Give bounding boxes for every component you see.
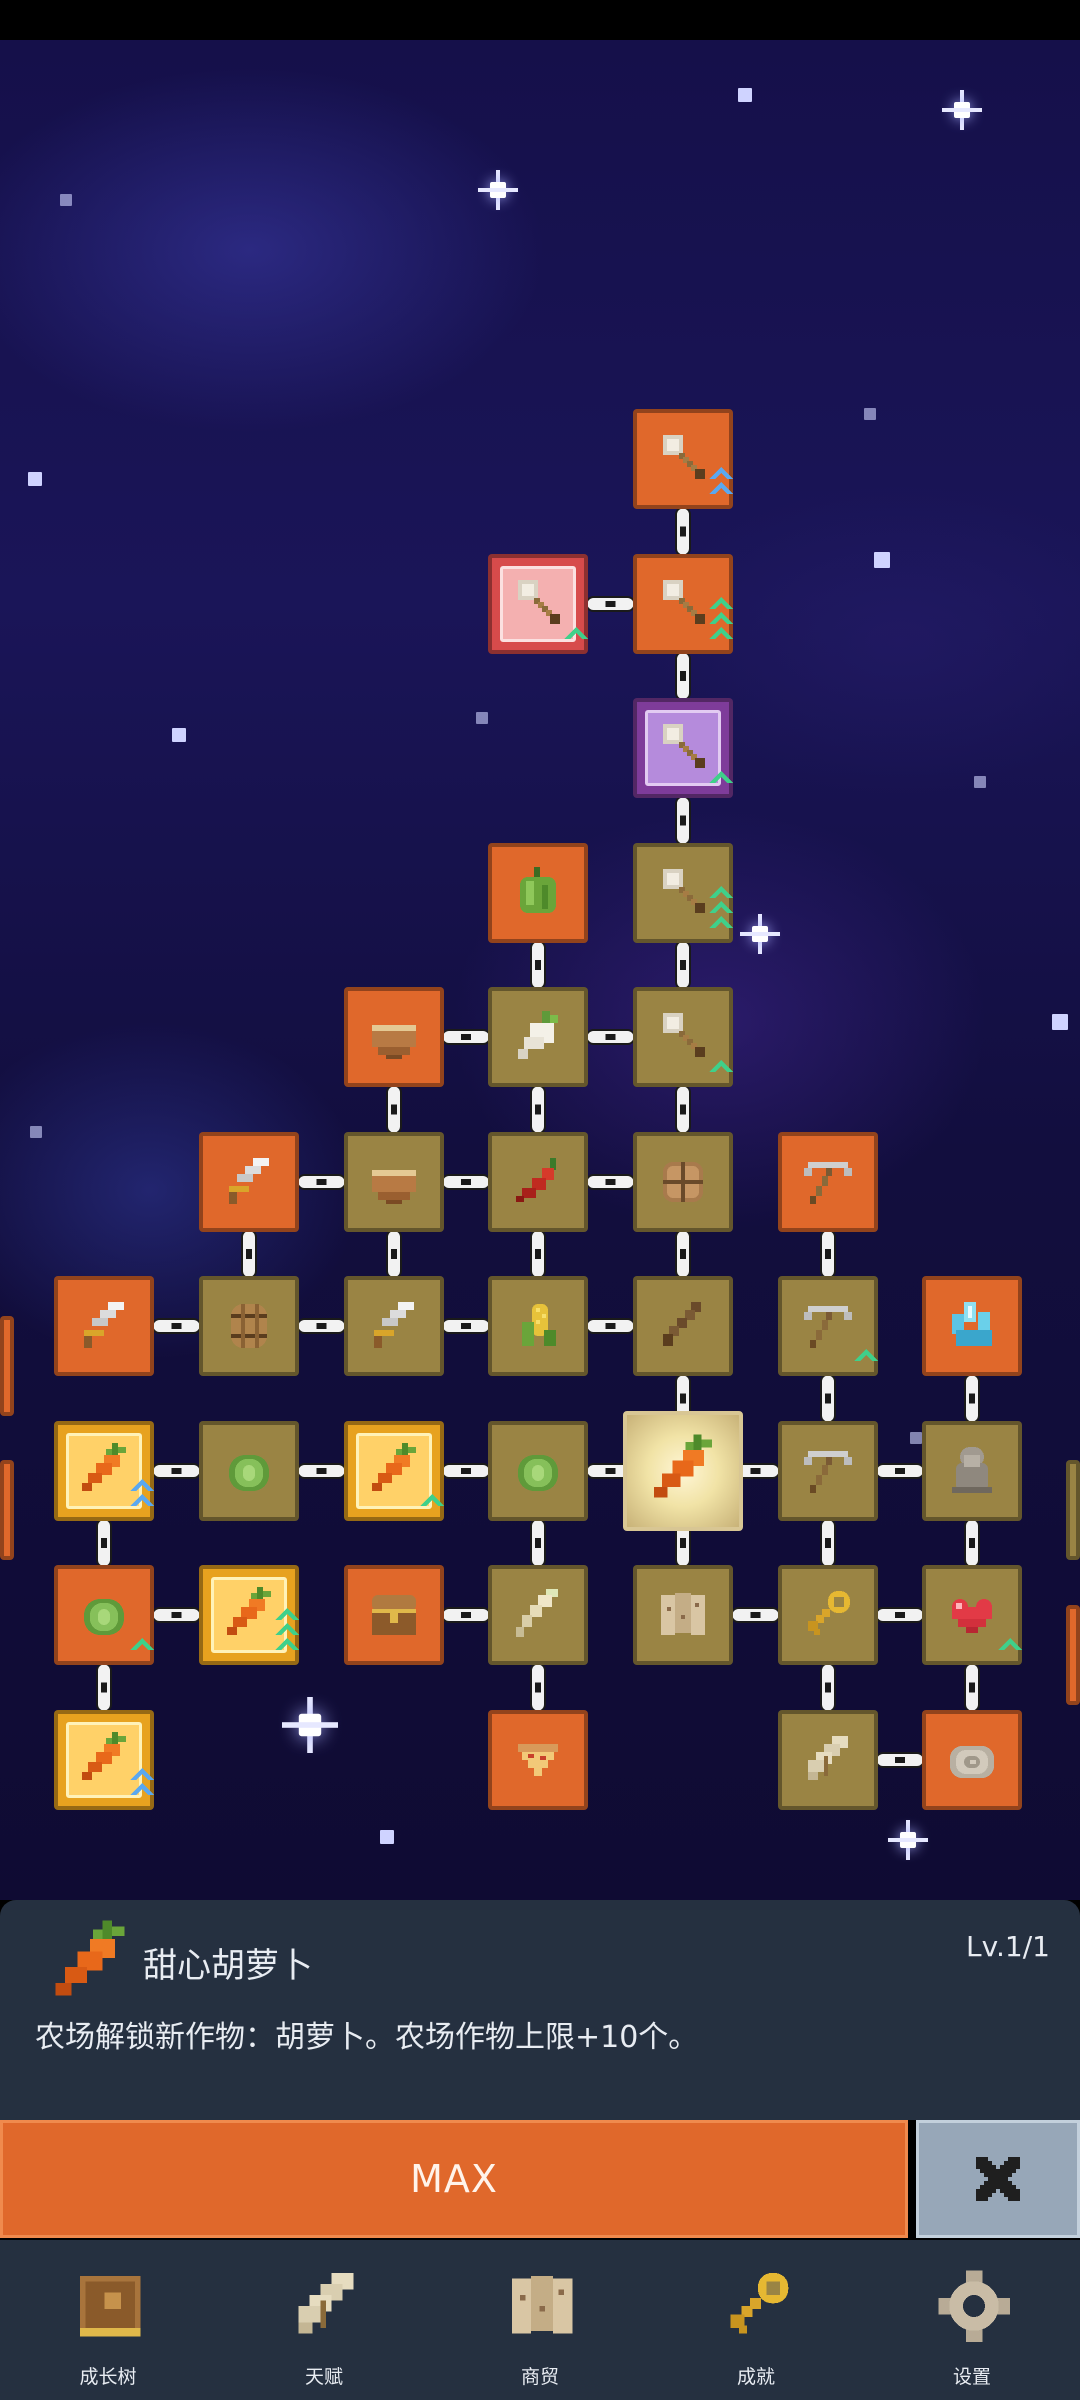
- skill-node-carrot[interactable]: [199, 1565, 299, 1665]
- skill-node-corn[interactable]: [488, 1276, 588, 1376]
- skill-tree-view[interactable]: [0, 40, 1080, 1900]
- skill-node-carrot[interactable]: [344, 1421, 444, 1521]
- node-offscreen-right[interactable]: [1066, 1460, 1080, 1560]
- bowl-icon: [362, 1150, 426, 1214]
- map-icon: [498, 2262, 582, 2358]
- skill-node-shovel[interactable]: [633, 698, 733, 798]
- scroll-icon: [796, 1728, 860, 1792]
- skill-node-cabbage[interactable]: [488, 1421, 588, 1521]
- skill-node-bell-pepper[interactable]: [488, 843, 588, 943]
- skill-node-cabbage[interactable]: [54, 1565, 154, 1665]
- skill-node-shovel[interactable]: [633, 409, 733, 509]
- barrel-icon: [217, 1294, 281, 1358]
- skill-node-chest[interactable]: [633, 1132, 733, 1232]
- corn-icon: [506, 1294, 570, 1358]
- pickaxe-icon: [796, 1150, 860, 1214]
- detail-panel: 甜心胡萝卜 Lv.1/1 农场解锁新作物：胡萝卜。农场作物上限+10个。: [0, 1900, 1080, 2120]
- skill-title: 甜心胡萝卜: [143, 1946, 313, 1986]
- node-offscreen-left[interactable]: [0, 1460, 14, 1560]
- fossil-icon: [940, 1728, 1004, 1792]
- skill-node-shovel[interactable]: [633, 843, 733, 943]
- close-button[interactable]: [916, 2120, 1080, 2238]
- tab-label: 设置: [952, 2366, 991, 2388]
- parsnip-icon: [506, 1583, 570, 1647]
- tab-growth-tree[interactable]: 成长树: [28, 2240, 188, 2400]
- skill-node-statue[interactable]: [922, 1421, 1022, 1521]
- skill-node-sword[interactable]: [344, 1276, 444, 1376]
- sword-icon: [362, 1294, 426, 1358]
- skill-node-barrel[interactable]: [199, 1276, 299, 1376]
- skill-node-shovel[interactable]: [488, 554, 588, 654]
- max-button[interactable]: MAX: [0, 2120, 908, 2238]
- key-icon: [714, 2262, 798, 2358]
- node-offscreen-right[interactable]: [1066, 1605, 1080, 1705]
- tab-label: 天赋: [304, 2366, 343, 2388]
- tab-label: 成长树: [79, 2366, 137, 2388]
- map-icon: [651, 1583, 715, 1647]
- skill-node-bowl[interactable]: [344, 1132, 444, 1232]
- skill-node-pickaxe[interactable]: [778, 1421, 878, 1521]
- skill-node-shovel[interactable]: [633, 554, 733, 654]
- skill-node-key[interactable]: [778, 1565, 878, 1665]
- treasure-chest-icon: [362, 1583, 426, 1647]
- skill-node-treasure-chest[interactable]: [344, 1565, 444, 1665]
- max-button-label: MAX: [410, 2157, 498, 2201]
- scroll-icon: [282, 2262, 366, 2358]
- tab-settings[interactable]: 设置: [892, 2240, 1052, 2400]
- node-offscreen-left[interactable]: [0, 1316, 14, 1416]
- tab-talent[interactable]: 天赋: [244, 2240, 404, 2400]
- skill-node-stick[interactable]: [633, 1276, 733, 1376]
- crystal-icon: [940, 1294, 1004, 1358]
- skill-level: Lv.1/1: [966, 1930, 1050, 1963]
- skill-node-pickaxe[interactable]: [778, 1132, 878, 1232]
- radish-icon: [506, 1005, 570, 1069]
- skill-description: 农场解锁新作物：胡萝卜。农场作物上限+10个。: [35, 2020, 699, 2055]
- skill-node-heart[interactable]: [922, 1565, 1022, 1665]
- tab-trade[interactable]: 商贸: [460, 2240, 620, 2400]
- skill-node-scroll[interactable]: [778, 1710, 878, 1810]
- skill-node-sword[interactable]: [199, 1132, 299, 1232]
- stick-icon: [651, 1294, 715, 1358]
- gear-icon: [930, 2262, 1014, 2358]
- skill-node-fossil[interactable]: [922, 1710, 1022, 1810]
- skill-node-map[interactable]: [633, 1565, 733, 1665]
- bottom-tab-bar: 成长树 天赋 商贸 成就 设置: [0, 2240, 1080, 2400]
- skill-node-carrot[interactable]: [54, 1710, 154, 1810]
- carrot-icon: [641, 1429, 725, 1513]
- skill-node-carrot[interactable]: [623, 1411, 743, 1531]
- skill-node-bowl[interactable]: [344, 987, 444, 1087]
- skill-node-pizza[interactable]: [488, 1710, 588, 1810]
- skill-node-sword[interactable]: [54, 1276, 154, 1376]
- status-bar: [0, 0, 1080, 40]
- bell-pepper-icon: [506, 861, 570, 925]
- skill-node-chili[interactable]: [488, 1132, 588, 1232]
- skill-node-crystal[interactable]: [922, 1276, 1022, 1376]
- cabbage-icon: [217, 1439, 281, 1503]
- tab-label: 商贸: [520, 2366, 559, 2388]
- skill-node-parsnip[interactable]: [488, 1565, 588, 1665]
- close-icon: [976, 2157, 1020, 2201]
- chest-icon: [651, 1150, 715, 1214]
- cabbage-icon: [506, 1439, 570, 1503]
- key-icon: [796, 1583, 860, 1647]
- skill-node-radish[interactable]: [488, 987, 588, 1087]
- book-icon: [66, 2262, 150, 2358]
- skill-node-carrot[interactable]: [54, 1421, 154, 1521]
- tab-achievements[interactable]: 成就: [676, 2240, 836, 2400]
- skill-node-cabbage[interactable]: [199, 1421, 299, 1521]
- pickaxe-icon: [796, 1439, 860, 1503]
- skill-node-shovel[interactable]: [633, 987, 733, 1087]
- statue-icon: [940, 1439, 1004, 1503]
- pizza-icon: [506, 1728, 570, 1792]
- skill-node-pickaxe[interactable]: [778, 1276, 878, 1376]
- tab-label: 成就: [736, 2366, 775, 2388]
- bowl-icon: [362, 1005, 426, 1069]
- carrot-icon: [40, 1914, 140, 2014]
- sword-icon: [72, 1294, 136, 1358]
- chili-icon: [506, 1150, 570, 1214]
- sword-icon: [217, 1150, 281, 1214]
